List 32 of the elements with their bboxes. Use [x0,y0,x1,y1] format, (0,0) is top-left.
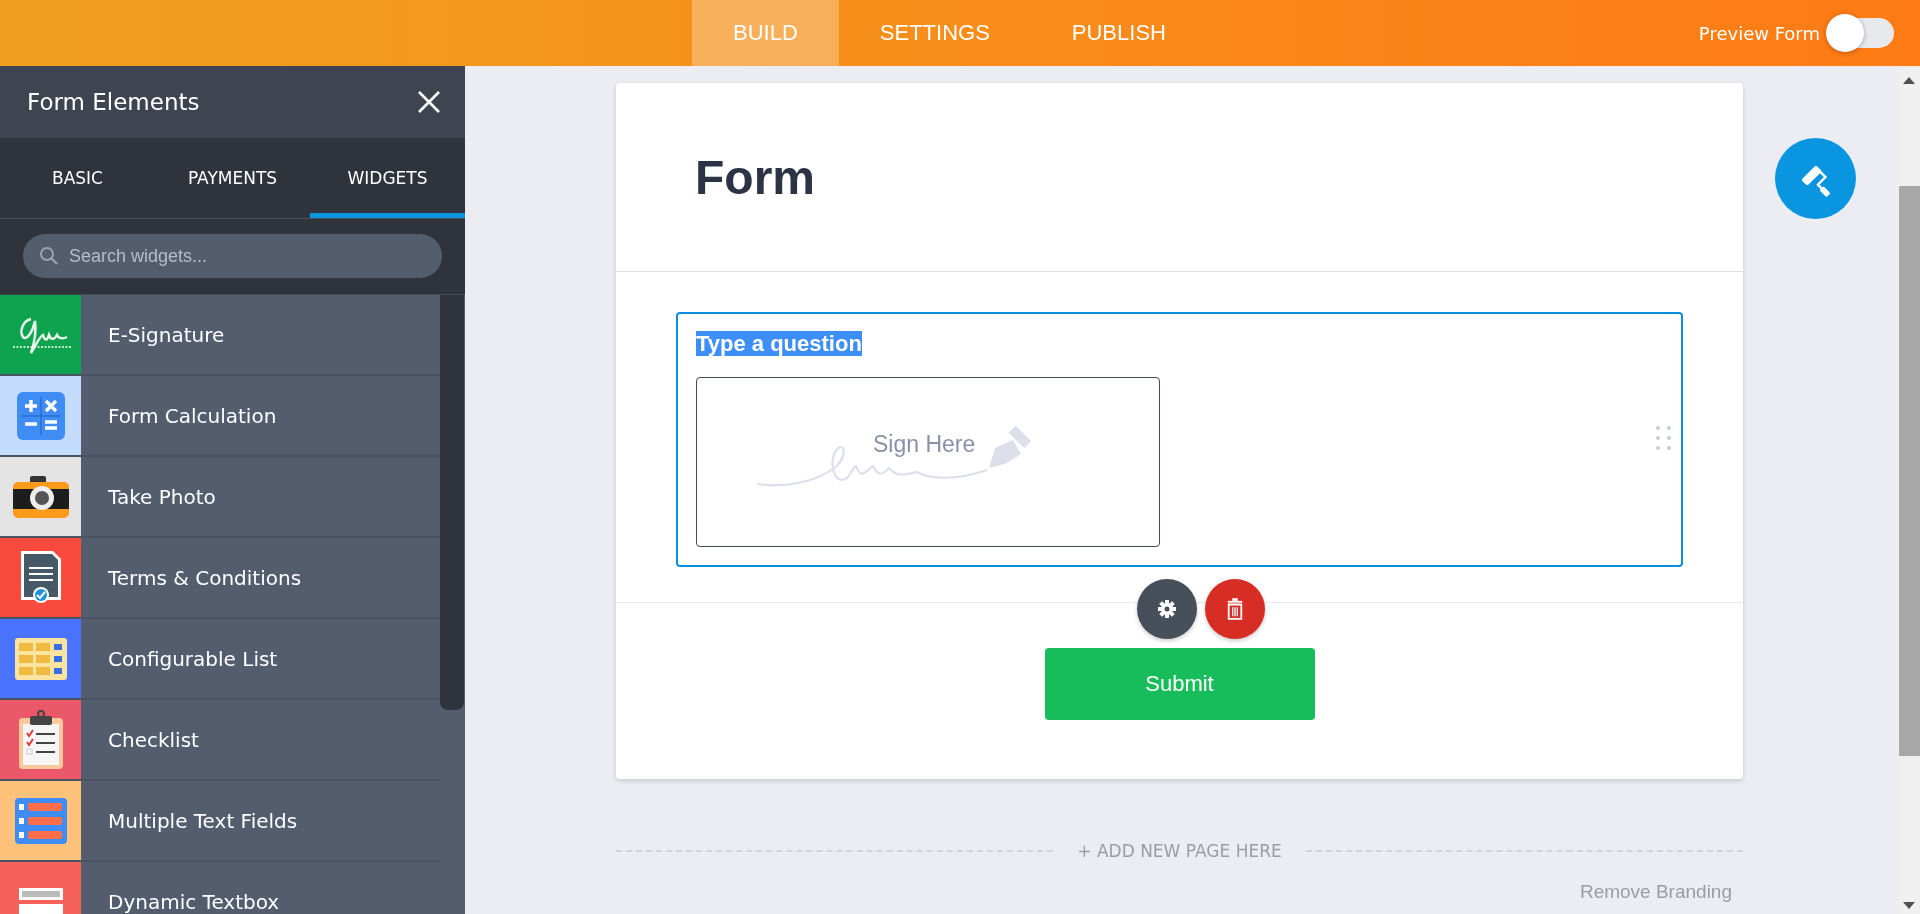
form-title[interactable]: Form [695,149,815,205]
widget-item[interactable]: Form Calculation [0,376,440,457]
page-scrollbar-thumb[interactable] [1898,186,1920,756]
widget-item[interactable]: E-Signature [0,295,440,376]
delete-button[interactable] [1204,579,1265,639]
widget-item[interactable]: Dynamic Textbox [0,862,440,914]
table-icon [13,636,68,681]
search-field[interactable]: Search widgets... [23,234,442,278]
signature-placeholder: Sign Here [873,431,976,458]
category-tab[interactable]: PAYMENTS [155,138,310,218]
settings-icon [1156,599,1177,619]
preview-label: Preview Form [1698,22,1820,44]
close-icon[interactable] [417,90,441,114]
widget-item[interactable]: Take Photo [0,457,440,538]
textbox-icon [17,886,64,914]
document-icon [18,549,63,606]
widget-item[interactable]: Multiple Text Fields [0,781,440,862]
category-tab[interactable]: BASIC [0,138,155,218]
widget-item[interactable]: Configurable List [0,619,440,700]
settings-button[interactable] [1136,579,1197,639]
camera-icon [11,474,70,519]
scroll-up-icon[interactable] [1903,76,1915,84]
scroll-down-icon[interactable] [1903,902,1915,910]
drag-handle-icon[interactable] [1656,426,1671,450]
widget-item[interactable]: Terms & Conditions [0,538,440,619]
clipboard-icon [17,709,64,770]
scrollbar-thumb[interactable] [440,295,464,710]
text-fields-icon [13,796,68,845]
widget-item[interactable]: Checklist [0,700,440,781]
panel-title: Form Elements [27,89,200,115]
calculator-icon [15,390,66,441]
trash-icon [1225,598,1244,620]
